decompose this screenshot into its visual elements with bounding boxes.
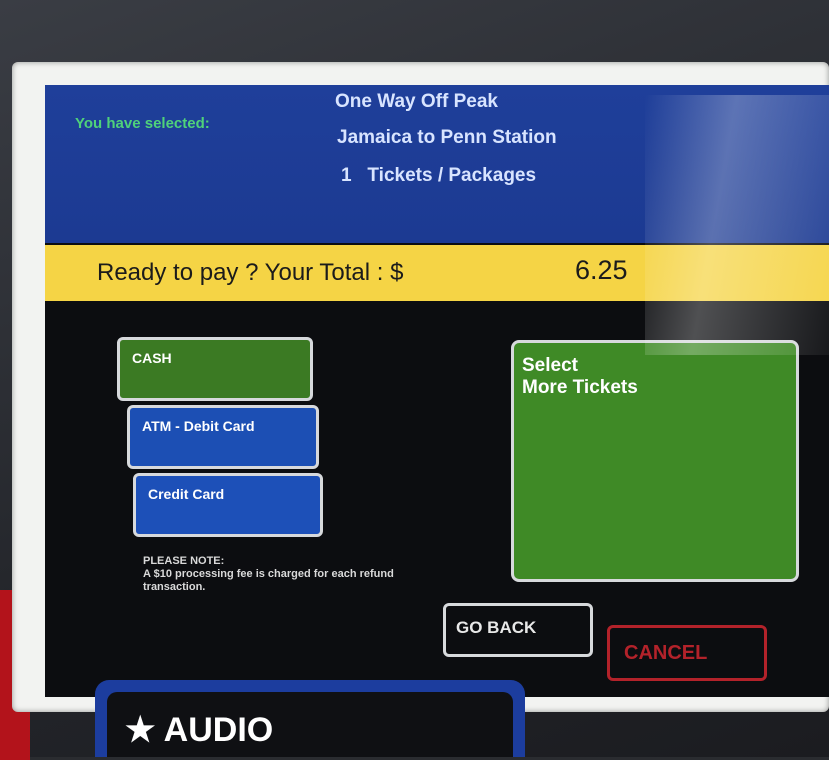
atm-debit-card-button[interactable]: ATM - Debit Card (127, 405, 319, 469)
kiosk-brand-plate: ★ AUDIO (95, 680, 525, 757)
screen-glare (645, 95, 829, 355)
ticket-type: One Way Off Peak (335, 91, 498, 112)
cash-button[interactable]: CASH (117, 337, 313, 401)
touch-screen: You have selected: One Way Off Peak Jama… (45, 85, 829, 697)
credit-card-button[interactable]: Credit Card (133, 473, 323, 537)
ticket-count: 1 Tickets / Packages (341, 165, 537, 186)
total-amount: 6.25 (575, 255, 628, 285)
go-back-button[interactable]: GO BACK (443, 603, 593, 657)
note-body: A $10 processing fee is charged for each… (143, 568, 394, 593)
cancel-button[interactable]: CANCEL (607, 625, 767, 681)
total-label: Ready to pay ? Your Total : $ (97, 259, 404, 286)
refund-note: PLEASE NOTE: A $10 processing fee is cha… (143, 555, 443, 594)
audio-label: ★ AUDIO (125, 711, 274, 749)
select-more-tickets-button[interactable]: Select More Tickets (511, 340, 799, 582)
select-more-line1: Select (522, 355, 578, 376)
note-title: PLEASE NOTE: (143, 555, 225, 567)
selected-label: You have selected: (75, 115, 210, 132)
route: Jamaica to Penn Station (337, 127, 557, 148)
select-more-line2: More Tickets (522, 377, 638, 398)
brand-plate-inner: ★ AUDIO (107, 692, 513, 757)
